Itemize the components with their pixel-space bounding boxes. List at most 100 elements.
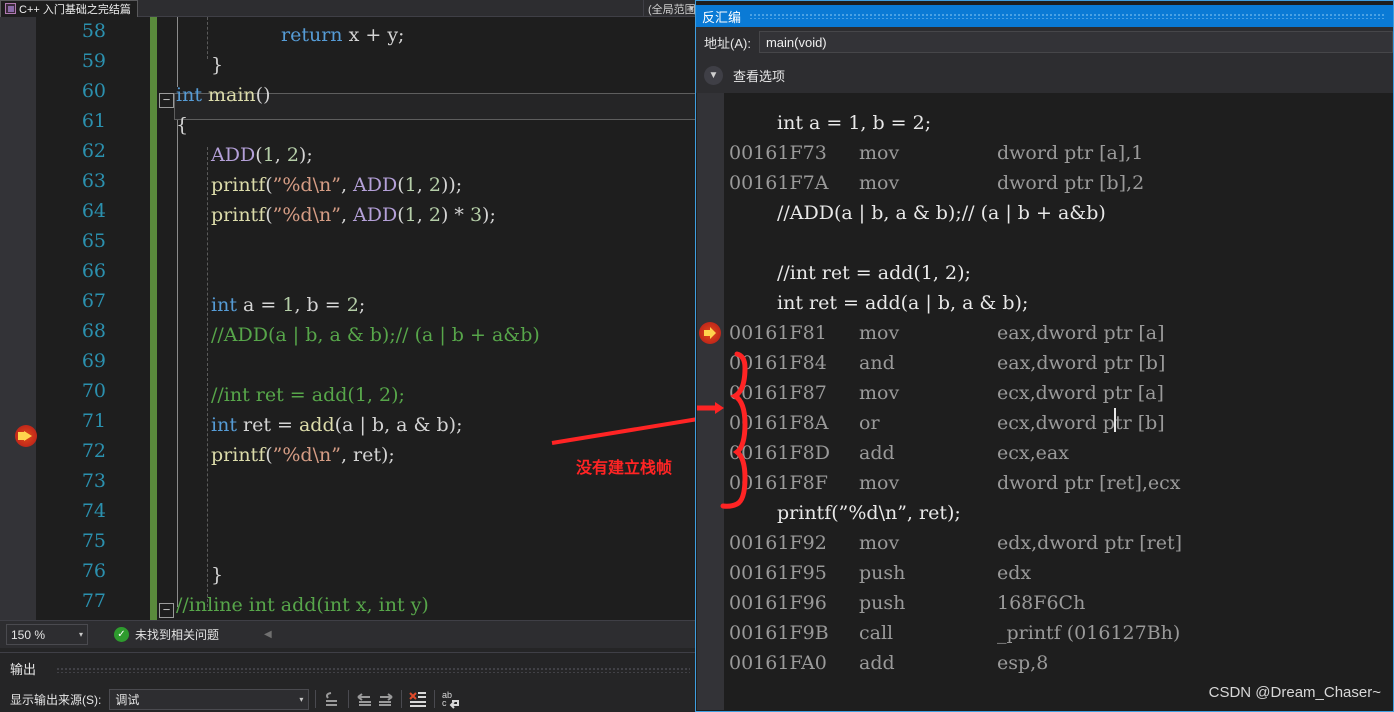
code-line[interactable]: int main()	[176, 80, 271, 110]
instruction-address: 00161F92	[729, 532, 827, 554]
annotation-text: 没有建立栈帧	[576, 458, 673, 477]
line-number: 58	[81, 20, 106, 42]
disassembly-title-text: 反汇编	[702, 9, 742, 25]
code-line[interactable]: int a = 1, b = 2;	[211, 290, 365, 320]
line-number: 66	[81, 260, 106, 282]
code-line[interactable]: //ADD(a | b, a & b);// (a | b + a&b)	[211, 320, 540, 350]
structure-guide-line	[177, 17, 178, 87]
code-line[interactable]: printf(”%d\n”, ADD(1, 2) * 3);	[211, 200, 496, 230]
editor-status-bar: 150 % ▾ ✓ 未找到相关问题 ◀	[0, 620, 700, 648]
instruction-operands: _printf (016127Bh)	[997, 622, 1181, 644]
output-source-combo[interactable]: 调试 ▾	[109, 688, 310, 710]
toolbar-divider	[315, 690, 317, 708]
toolbar-divider	[434, 690, 436, 708]
address-label: 地址(A):	[704, 35, 751, 51]
collapse-toggle-add[interactable]: −	[159, 603, 174, 618]
instruction-mnemonic: call	[859, 622, 894, 644]
instruction-address: 00161FA0	[729, 652, 827, 674]
next-message-icon[interactable]	[375, 689, 395, 709]
collapse-toggle-main[interactable]: −	[159, 93, 174, 108]
instruction-address: 00161F9B	[729, 622, 829, 644]
disassembly-listing[interactable]: int a = 1, b = 2; 00161F73 mov dword ptr [a…	[697, 93, 1392, 710]
instruction-mnemonic: mov	[859, 322, 900, 344]
code-line[interactable]: printf(”%d\n”, ret);	[211, 440, 395, 470]
instruction-mnemonic: mov	[859, 142, 900, 164]
output-source-label: 显示输出来源(S):	[10, 692, 102, 707]
instruction-address: 00161F81	[729, 322, 827, 344]
window-drag-grip[interactable]	[749, 13, 1385, 19]
code-line[interactable]: ADD(1, 2);	[211, 140, 313, 170]
view-options-row[interactable]: ▼ 查看选项	[696, 57, 1393, 93]
code-line[interactable]: }	[211, 50, 223, 80]
source-code-area[interactable]: − − 58 return x + y; 59} 60 int main() 61 {62 A…	[0, 17, 700, 620]
issue-status-group[interactable]: ✓ 未找到相关问题	[114, 626, 219, 643]
instruction-mnemonic: and	[859, 352, 895, 374]
breakpoint-gutter[interactable]	[0, 17, 36, 620]
panel-drag-grip[interactable]	[56, 667, 690, 673]
svg-text:c: c	[442, 698, 447, 708]
instruction-address: 00161F7A	[729, 172, 829, 194]
address-input[interactable]: main(void)	[758, 31, 1393, 53]
issue-status-text: 未找到相关问题	[135, 628, 220, 642]
chevron-down-icon[interactable]: ▼	[704, 65, 723, 85]
annotation-arrow-icon	[697, 402, 724, 414]
instruction-mnemonic: push	[859, 562, 906, 584]
cpp-file-icon	[5, 3, 16, 14]
line-number: 61	[81, 110, 106, 132]
current-execution-marker[interactable]	[699, 322, 721, 344]
code-line[interactable]: int ret = add(a | b, a & b);	[211, 410, 463, 440]
breakpoint-current-marker[interactable]	[15, 425, 37, 447]
instruction-operands: ecx,eax	[997, 442, 1069, 464]
instruction-mnemonic: push	[859, 592, 906, 614]
line-number: 59	[81, 50, 106, 72]
previous-message-icon[interactable]	[355, 689, 375, 709]
code-line[interactable]: {	[176, 110, 188, 140]
instruction-mnemonic: or	[859, 412, 880, 434]
line-number: 74	[81, 500, 106, 522]
line-number: 77	[81, 590, 106, 612]
instruction-mnemonic: mov	[859, 172, 900, 194]
code-line[interactable]: //inline int add(int x, int y)	[176, 590, 429, 620]
instruction-mnemonic: mov	[859, 532, 900, 554]
output-source-value: 调试	[115, 692, 140, 707]
word-wrap-icon[interactable]: ab c	[441, 689, 461, 709]
code-editor-pane: C++ 入门基础之完结篇 ▾ (全局范围) − − 58 return x + …	[0, 0, 700, 712]
line-number: 65	[81, 230, 106, 252]
code-line[interactable]: printf(”%d\n”, ADD(1, 2));	[211, 170, 462, 200]
scope-selector[interactable]: (全局范围)	[643, 0, 700, 17]
indent-guide	[207, 147, 208, 607]
address-input-value: main(void)	[765, 34, 827, 50]
instruction-address: 00161F73	[729, 142, 827, 164]
change-bar-saved	[150, 17, 157, 620]
find-message-icon[interactable]	[322, 689, 342, 709]
instruction-operands: 168F6Ch	[997, 592, 1086, 614]
output-toolbar: 显示输出来源(S): 调试 ▾ ab c	[0, 685, 700, 712]
code-line[interactable]: //int ret = add(1, 2);	[211, 380, 405, 410]
editor-tab-strip: C++ 入门基础之完结篇 ▾ (全局范围)	[0, 0, 700, 17]
indent-guide	[207, 17, 208, 59]
instruction-mnemonic: mov	[859, 472, 900, 494]
instruction-mnemonic: add	[859, 652, 895, 674]
output-panel: 输出 显示输出来源(S): 调试 ▾ ab c	[0, 652, 700, 712]
chevron-down-icon: ▾	[78, 630, 83, 639]
instruction-operands: dword ptr [b],2	[997, 172, 1145, 194]
code-line[interactable]: return x + y;	[281, 20, 404, 50]
zoom-level-combo[interactable]: 150 % ▾	[6, 624, 88, 645]
code-line[interactable]: }	[211, 560, 223, 590]
editor-tab-active[interactable]: C++ 入门基础之完结篇	[0, 0, 138, 17]
line-number: 70	[81, 380, 106, 402]
line-number: 63	[81, 170, 106, 192]
instruction-address: 00161F95	[729, 562, 827, 584]
instruction-address: 00161F96	[729, 592, 827, 614]
instruction-operands: ecx,dword ptr [b]	[997, 412, 1165, 434]
previous-issue-icon[interactable]: ◀	[264, 629, 272, 640]
toolbar-divider	[348, 690, 350, 708]
line-number: 62	[81, 140, 106, 162]
scope-label: (全局范围)	[648, 3, 700, 16]
disassembly-title-bar[interactable]: 反汇编	[696, 5, 1393, 27]
instruction-operands: eax,dword ptr [a]	[997, 322, 1165, 344]
clear-all-icon[interactable]	[408, 689, 428, 709]
instruction-operands: ecx,dword ptr [a]	[997, 382, 1164, 404]
annotation-brace-icon	[720, 351, 748, 509]
vs-ide-window: C++ 入门基础之完结篇 ▾ (全局范围) − − 58 return x + …	[0, 0, 1394, 712]
